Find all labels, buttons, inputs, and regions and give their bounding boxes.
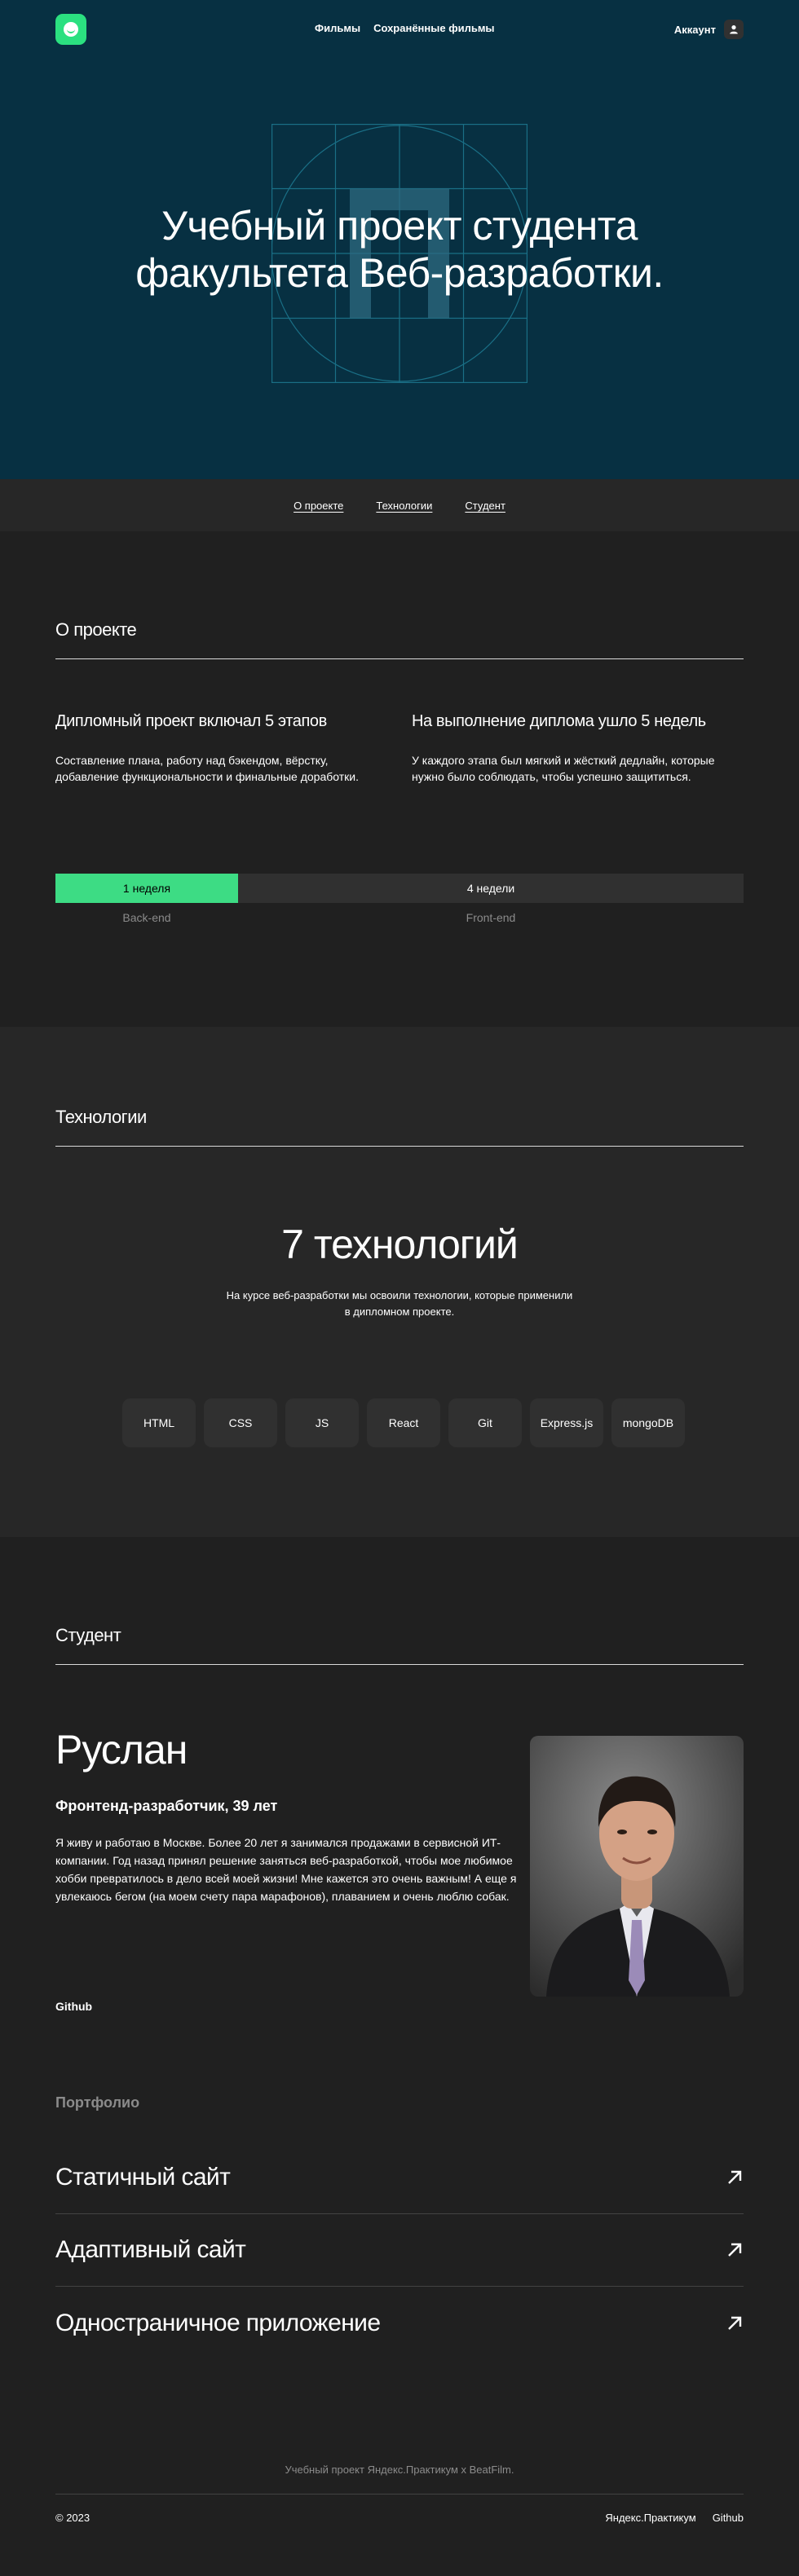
techs-list: HTML CSS JS React Git Express.js mongoDB — [122, 1398, 685, 1447]
site-header: Фильмы Сохранённые фильмы Аккаунт — [0, 0, 799, 59]
about-column-duration: На выполнение диплома ушло 5 недель У ка… — [412, 712, 744, 785]
techs-section: Технологии 7 технологий На курсе веб-раз… — [0, 1027, 799, 1537]
anchor-techs[interactable]: Технологии — [376, 500, 432, 512]
footer-divider — [55, 2494, 744, 2495]
copyright: © 2023 — [55, 2512, 90, 2524]
anchor-about[interactable]: О проекте — [294, 500, 343, 512]
timeline-bar: 1 неделя 4 недели — [55, 874, 744, 903]
backend-weeks-bar: 1 неделя — [55, 874, 238, 903]
about-section: О проекте Дипломный проект включал 5 эта… — [0, 531, 799, 1027]
user-icon — [724, 20, 744, 39]
timeline-labels: Back-end Front-end — [55, 911, 744, 924]
arrow-up-right-icon — [728, 2316, 742, 2330]
techs-count: 7 технологий — [281, 1222, 519, 1267]
anchor-student[interactable]: Студент — [465, 500, 505, 512]
arrow-up-right-icon — [728, 2243, 742, 2257]
portfolio-link-adaptive[interactable]: Адаптивный сайт — [55, 2214, 744, 2287]
main-nav: Фильмы Сохранённые фильмы — [315, 22, 495, 34]
tech-item-git: Git — [448, 1398, 522, 1447]
section-divider — [55, 1664, 744, 1665]
hero-title-line2: факультета Веб-разработки. — [135, 250, 664, 296]
student-section: Студент Руслан Фронтенд-разработчик, 39 … — [0, 1537, 799, 2430]
portfolio-title: Портфолио — [55, 2094, 140, 2111]
portfolio-link-spa[interactable]: Одностраничное приложение — [55, 2287, 744, 2359]
footer-link-yandex-praktikum[interactable]: Яндекс.Практикум — [605, 2512, 695, 2524]
tech-item-react: React — [367, 1398, 440, 1447]
site-footer: Учебный проект Яндекс.Практикум х BeatFi… — [0, 2430, 799, 2576]
portfolio-list: Статичный сайт Адаптивный сайт Одностран… — [55, 2142, 744, 2359]
tech-item-mongodb: mongoDB — [611, 1398, 685, 1447]
footer-link-github[interactable]: Github — [713, 2512, 744, 2524]
hero-title-line1: Учебный проект студента — [161, 203, 638, 249]
techs-title: Технологии — [55, 1107, 147, 1127]
arrow-up-right-icon — [728, 2170, 742, 2184]
student-photo — [530, 1736, 744, 1997]
about-column-text: У каждого этапа был мягкий и жёсткий дед… — [412, 754, 715, 783]
portfolio-link-label: Одностраничное приложение — [55, 2309, 381, 2336]
student-github-link[interactable]: Github — [55, 2000, 92, 2013]
about-column-text: Составление плана, работу над бэкендом, … — [55, 754, 359, 783]
about-column-stages: Дипломный проект включал 5 этапов Состав… — [55, 712, 385, 785]
about-column-title: Дипломный проект включал 5 этапов — [55, 712, 327, 730]
backend-label: Back-end — [122, 911, 171, 924]
portfolio-link-label: Статичный сайт — [55, 2164, 231, 2191]
nav-link-movies[interactable]: Фильмы — [315, 22, 360, 34]
section-anchor-nav: О проекте Технологии Студент — [0, 479, 799, 531]
portfolio-link-label: Адаптивный сайт — [55, 2236, 246, 2263]
techs-description-line1: На курсе веб-разработки мы освоили техно… — [226, 1289, 573, 1301]
section-divider — [55, 1146, 744, 1147]
frontend-weeks-bar: 4 недели — [238, 874, 744, 903]
nav-link-saved-movies[interactable]: Сохранённые фильмы — [373, 22, 494, 34]
hero-title: Учебный проект студента факультета Веб-р… — [0, 202, 799, 297]
student-name: Руслан — [55, 1727, 188, 1772]
about-title: О проекте — [55, 619, 137, 640]
footer-links: Яндекс.Практикум Github — [605, 2512, 744, 2524]
tech-item-expressjs: Express.js — [530, 1398, 603, 1447]
section-divider — [55, 658, 744, 659]
portfolio-link-static[interactable]: Статичный сайт — [55, 2142, 744, 2214]
smile-logo-icon[interactable] — [55, 14, 86, 45]
tech-item-css: CSS — [204, 1398, 277, 1447]
student-role: Фронтенд-разработчик, 39 лет — [55, 1798, 278, 1814]
account-label: Аккаунт — [673, 23, 716, 36]
about-column-title: На выполнение диплома ушло 5 недель — [412, 712, 706, 730]
frontend-label: Front-end — [466, 911, 516, 924]
tech-item-html: HTML — [122, 1398, 196, 1447]
techs-description: На курсе веб-разработки мы освоили техно… — [0, 1288, 799, 1320]
techs-description-line2: в дипломном проекте. — [344, 1306, 455, 1318]
student-bio: Я живу и работаю в Москве. Более 20 лет … — [55, 1836, 517, 1903]
student-title: Студент — [55, 1625, 121, 1645]
hero-section: Фильмы Сохранённые фильмы Аккаунт Учебны… — [0, 0, 799, 479]
footer-note: Учебный проект Яндекс.Практикум х BeatFi… — [285, 2464, 514, 2476]
account-button[interactable]: Аккаунт — [674, 20, 744, 39]
tech-item-js: JS — [285, 1398, 359, 1447]
